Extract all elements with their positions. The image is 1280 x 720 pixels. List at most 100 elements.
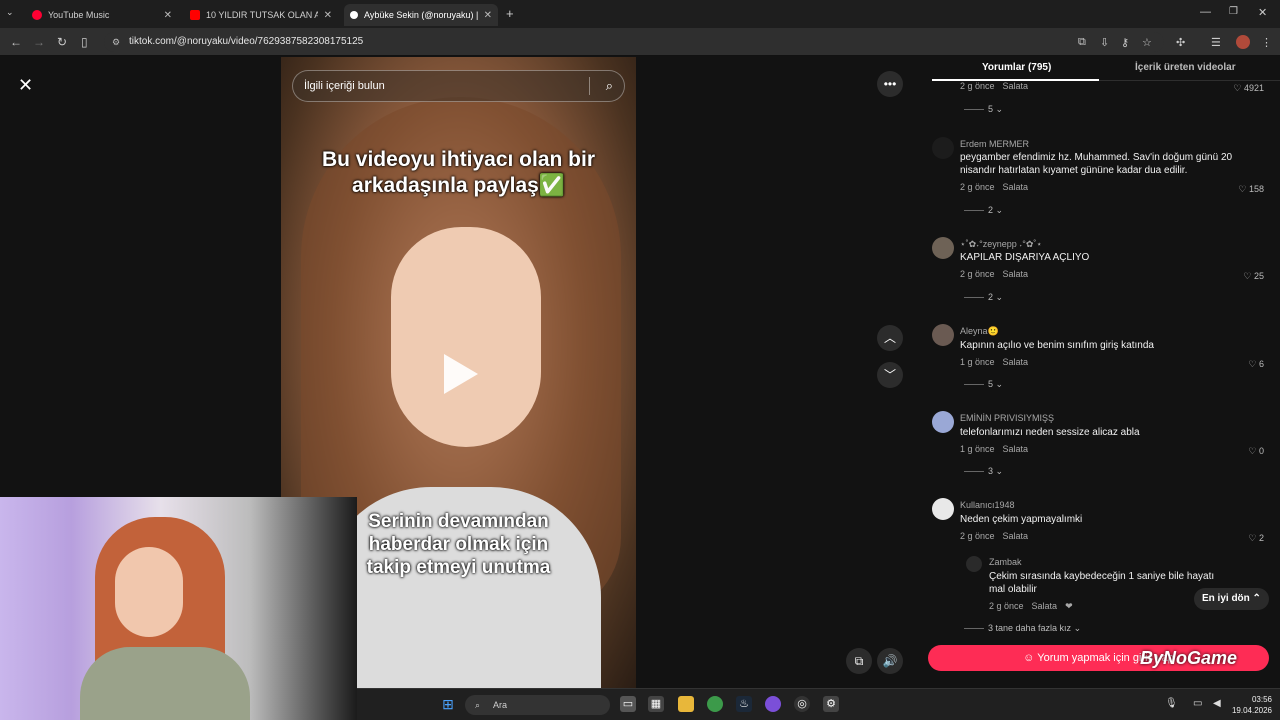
- clock-date: 19.04.2026: [1231, 706, 1272, 715]
- window-close-icon[interactable]: ✕: [1258, 6, 1267, 19]
- split-view-icon[interactable]: ▯: [81, 35, 88, 49]
- settings-icon[interactable]: ⚙: [823, 696, 839, 712]
- previous-video-icon[interactable]: ︿: [877, 325, 903, 351]
- new-tab-button[interactable]: +: [506, 6, 514, 21]
- steam-icon[interactable]: ♨: [736, 696, 752, 712]
- play-icon[interactable]: [444, 354, 478, 394]
- media-control-icon[interactable]: ☰: [1211, 36, 1221, 49]
- view-replies-button[interactable]: 2 ⌄: [964, 292, 1003, 303]
- windows-start-icon[interactable]: ⊞: [440, 696, 456, 712]
- search-icon: ⌕: [475, 700, 481, 710]
- menu-icon[interactable]: ⋮: [1261, 36, 1272, 49]
- streamer-shirt: [80, 647, 250, 720]
- search-icon[interactable]: ⌕: [606, 71, 613, 101]
- tab-close-icon[interactable]: ✕: [484, 10, 492, 21]
- comment-meta: 2 g önce Salata: [960, 531, 1029, 541]
- like-count[interactable]: ♡ 6: [1248, 359, 1264, 370]
- volume-tray-icon[interactable]: ◀: [1213, 698, 1221, 709]
- forward-icon[interactable]: →: [33, 35, 45, 49]
- youtube-icon: [190, 10, 200, 20]
- reply-meta: 2 g önce Salata ❤: [989, 601, 1073, 611]
- reload-icon[interactable]: ↻: [57, 35, 67, 49]
- mic-icon[interactable]: 🎙: [1165, 698, 1178, 709]
- profile-avatar[interactable]: [1236, 35, 1250, 49]
- comment-username[interactable]: Erdem MERMER: [960, 139, 1029, 149]
- comment-text: peygamber efendimiz hz. Muhammed. Sav'in…: [960, 152, 1233, 176]
- back-icon[interactable]: ←: [10, 35, 22, 49]
- watermark-logo: ByNoGame: [1140, 648, 1238, 668]
- divider: [589, 77, 590, 95]
- taskbar-search[interactable]: ⌕ Ara: [465, 695, 610, 715]
- comment-username[interactable]: ⋆˚✿˖°zeynepp ˖°✿˚⋆: [960, 239, 1042, 250]
- avatar[interactable]: [932, 324, 954, 346]
- system-clock[interactable]: 03:56 19.04.2026: [1232, 694, 1272, 716]
- tab-tiktok[interactable]: Aybüke Sekin (@noruyaku) | TikTok ✕: [344, 4, 498, 26]
- like-count[interactable]: ♡ 4921: [1233, 83, 1264, 94]
- tab-youtube-video[interactable]: 10 YILDIR TUTSAK OLAN ADAM ✕: [184, 4, 338, 26]
- tab-close-icon[interactable]: ✕: [164, 10, 172, 21]
- reply-button[interactable]: Salata: [1032, 601, 1058, 611]
- pip-icon[interactable]: ⧉: [846, 648, 872, 674]
- obs-icon[interactable]: [765, 696, 781, 712]
- avatar[interactable]: [932, 411, 954, 433]
- reply-text: Çekim sırasında kaybedeceğin 1 saniye bi…: [989, 571, 1215, 595]
- like-count[interactable]: ♡ 0: [1248, 446, 1264, 457]
- app-icon[interactable]: ◎: [794, 696, 810, 712]
- avatar[interactable]: [932, 237, 954, 259]
- chrome-icon[interactable]: [707, 696, 723, 712]
- like-count[interactable]: ♡ 2: [1248, 533, 1264, 544]
- close-video-icon[interactable]: ✕: [18, 75, 33, 96]
- comment-meta: 2 g önce Salata: [960, 269, 1029, 279]
- avatar[interactable]: [932, 498, 954, 520]
- url-field[interactable]: ⚙ tiktok.com/@noruyaku/video/76293875823…: [104, 32, 1164, 52]
- reply-button[interactable]: Salata: [1003, 81, 1029, 91]
- comment-username[interactable]: Kullanıcı1948: [960, 500, 1015, 510]
- view-replies-button[interactable]: 3 ⌄: [964, 466, 1003, 477]
- view-replies-button[interactable]: 5 ⌄: [964, 379, 1003, 390]
- translate-icon[interactable]: ⧉: [1078, 36, 1086, 49]
- like-count[interactable]: ♡ 25: [1243, 271, 1264, 282]
- comment-meta: 2 g önce Salata: [960, 81, 1029, 91]
- tab-comments[interactable]: Yorumlar (795): [982, 62, 1051, 73]
- more-replies-button[interactable]: 3 tane daha fazla kız ⌄: [964, 623, 1081, 634]
- tab-creator-videos[interactable]: İçerik üreten videolar: [1135, 62, 1236, 73]
- site-info-icon[interactable]: ⚙: [112, 32, 120, 52]
- comment-meta: 1 g önce Salata: [960, 357, 1029, 367]
- comment-username[interactable]: Aleyna🙂: [960, 326, 999, 337]
- taskbar-search-label: Ara: [493, 700, 508, 710]
- avatar[interactable]: [932, 137, 954, 159]
- view-replies-button[interactable]: 5 ⌄: [964, 104, 1003, 115]
- volume-icon[interactable]: 🔊: [877, 648, 903, 674]
- file-explorer-icon[interactable]: [678, 696, 694, 712]
- view-replies-button[interactable]: 2 ⌄: [964, 205, 1003, 216]
- reply-button[interactable]: Salata: [1003, 444, 1029, 454]
- tab-label: YouTube Music: [48, 10, 110, 20]
- clock-time: 03:56: [1251, 695, 1272, 704]
- reply-button[interactable]: Salata: [1003, 182, 1029, 192]
- bookmark-star-icon[interactable]: ☆: [1142, 36, 1152, 49]
- like-count[interactable]: ♡ 158: [1238, 184, 1264, 195]
- install-icon[interactable]: ⇩: [1100, 36, 1109, 49]
- creator-liked-icon: ❤: [1065, 601, 1073, 611]
- comment-username[interactable]: EMİNİN PRIVISIYMIŞŞ: [960, 413, 1054, 423]
- tab-close-icon[interactable]: ✕: [324, 10, 332, 21]
- reply-button[interactable]: Salata: [1003, 357, 1029, 367]
- browser-tab-bar: ⌄ YouTube Music ✕ 10 YILDIR TUTSAK OLAN …: [0, 0, 1280, 28]
- tab-youtube-music[interactable]: YouTube Music ✕: [26, 4, 178, 26]
- reply-button[interactable]: Salata: [1003, 269, 1029, 279]
- password-key-icon[interactable]: ⚷: [1121, 36, 1129, 49]
- network-icon[interactable]: ▭: [1193, 698, 1202, 709]
- reply-button[interactable]: Salata: [1003, 531, 1029, 541]
- tab-search-icon[interactable]: ⌄: [6, 7, 14, 18]
- next-video-icon[interactable]: ﹀: [877, 362, 903, 388]
- related-search-input[interactable]: İlgili içeriği bulun ⌕: [292, 70, 625, 102]
- minimize-icon[interactable]: —: [1200, 6, 1211, 18]
- reply-username[interactable]: Zambak: [989, 557, 1022, 567]
- task-view-icon[interactable]: ▭: [620, 696, 636, 712]
- back-to-top-button[interactable]: En iyi dön ⌃: [1194, 588, 1269, 610]
- avatar[interactable]: [966, 556, 982, 572]
- store-icon[interactable]: ▦: [648, 696, 664, 712]
- maximize-icon[interactable]: ❐: [1229, 6, 1238, 17]
- more-options-icon[interactable]: •••: [877, 71, 903, 97]
- extensions-icon[interactable]: ✣: [1176, 36, 1185, 49]
